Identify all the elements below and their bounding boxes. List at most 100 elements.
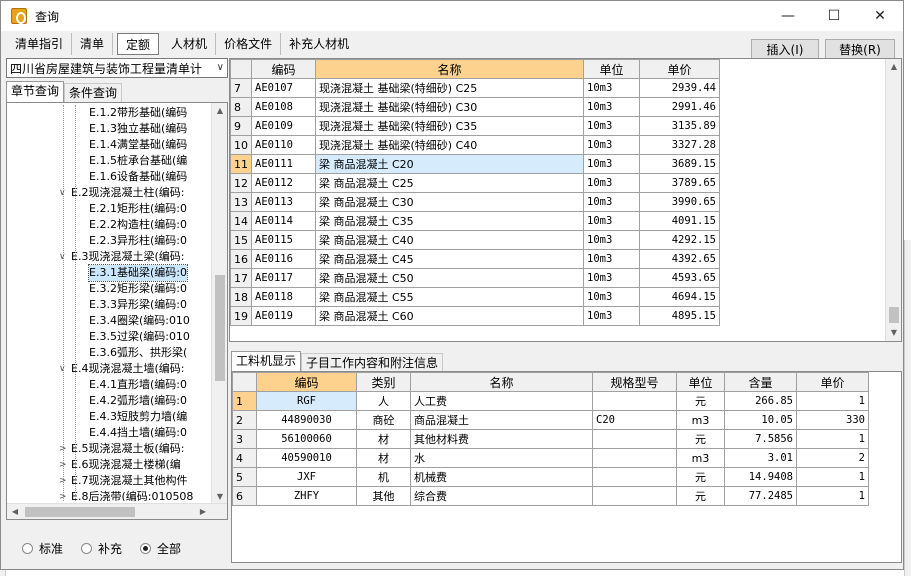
table-row[interactable]: 12 AE0112 梁 商品混凝土 C25 10m3 3789.65	[230, 173, 720, 193]
column-header[interactable]: 名称	[315, 59, 584, 79]
scroll-thumb[interactable]	[25, 507, 135, 517]
tree-node[interactable]: ∨ E.4现浇混凝土墙(编码:	[7, 361, 213, 377]
price-cell: 1	[796, 486, 869, 506]
table-row[interactable]: 5 JXF 机机械费 元 14.9408 1	[232, 467, 869, 487]
tree-node[interactable]: E.2.2构造柱(编码:0	[7, 217, 213, 233]
quota-grid: 编码 名称 单位 单价 7 AE0107 现浇混凝土 基础梁(特细砂) C25 10m3 29…	[229, 58, 902, 342]
tree-node-label: E.3现浇混凝土梁(编码:	[71, 250, 185, 263]
tree-node[interactable]: E.3.1基础梁(编码:0	[7, 264, 213, 282]
tab-supplement-lmm[interactable]: 补充人材机	[281, 33, 357, 55]
table-row[interactable]: 4 40590010 材水 m3 3.01 2	[232, 448, 869, 468]
column-header[interactable]: 单位	[583, 59, 640, 79]
tree-node[interactable]: E.1.2带形基础(编码	[7, 105, 213, 121]
table-row[interactable]: 16 AE0116 梁 商品混凝土 C45 10m3 4392.65	[230, 249, 720, 269]
tree-node-label: E.4.3短肢剪力墙(编	[89, 410, 188, 423]
column-header[interactable]: 编码	[256, 372, 357, 392]
scroll-left-icon[interactable]: ◀	[7, 504, 23, 519]
tab-condition-query[interactable]: 条件查询	[64, 83, 123, 102]
radio-icon[interactable]	[140, 542, 152, 554]
chapter-tree[interactable]: E.1.2带形基础(编码 E.1.3独立基础(编码 E.1.4满堂基础(编码 E.1.…	[6, 102, 228, 520]
tree-node[interactable]: > E.6现浇混凝土楼梯(编	[7, 457, 213, 473]
tree-node[interactable]: E.3.2矩形梁(编码:0	[7, 281, 213, 297]
tree-node[interactable]: ∨ E.2现浇混凝土柱(编码:	[7, 185, 213, 201]
price-cell: 4895.15	[639, 306, 720, 326]
column-header[interactable]: 单位	[676, 372, 725, 392]
standard-select[interactable]: 四川省房屋建筑与装饰工程量清单计 ∨	[6, 58, 228, 78]
tree-node[interactable]: > E.5现浇混凝土板(编码:	[7, 441, 213, 457]
scroll-up-icon[interactable]: ▲	[886, 59, 901, 75]
maximize-button[interactable]: ☐	[811, 1, 857, 31]
price-cell: 4292.15	[639, 230, 720, 250]
tree-node[interactable]: E.3.5过梁(编码:010	[7, 329, 213, 345]
tree-node[interactable]: E.1.3独立基础(编码	[7, 121, 213, 137]
table-row[interactable]: 9 AE0109 现浇混凝土 基础梁(特细砂) C35 10m3 3135.89	[230, 116, 720, 136]
tab-lmm-display[interactable]: 工料机显示	[231, 351, 302, 372]
scroll-thumb[interactable]	[215, 275, 225, 381]
tree-node[interactable]: E.3.6弧形、拱形梁(	[7, 345, 213, 361]
tree-node[interactable]: > E.8后浇带(编码:010508	[7, 489, 213, 501]
tree-node[interactable]: ∨ E.3现浇混凝土梁(编码:	[7, 249, 213, 265]
chevron-down-icon: ∨	[216, 62, 224, 73]
tab-quota[interactable]: 定额	[117, 33, 160, 55]
tree-node[interactable]: > E.7现浇混凝土其他构件	[7, 473, 213, 489]
tree-node[interactable]: E.1.5桩承台基础(编	[7, 153, 213, 169]
column-header[interactable]	[232, 372, 257, 392]
tree-vertical-scrollbar[interactable]: ▲ ▼	[211, 103, 227, 505]
tab-chapter-query[interactable]: 章节查询	[6, 81, 65, 102]
tree-node[interactable]: E.1.4满堂基础(编码	[7, 137, 213, 153]
column-header[interactable]: 类别	[356, 372, 411, 392]
tree-node[interactable]: E.4.4挡土墙(编码:0	[7, 425, 213, 441]
row-number: 12	[230, 173, 252, 193]
scroll-thumb[interactable]	[889, 307, 899, 323]
table-row[interactable]: 15 AE0115 梁 商品混凝土 C40 10m3 4292.15	[230, 230, 720, 250]
scope-radio-1[interactable]: 补充	[81, 540, 122, 557]
tree-node[interactable]: E.1.6设备基础(编码	[7, 169, 213, 185]
tree-node[interactable]: E.4.1直形墙(编码:0	[7, 377, 213, 393]
column-header[interactable]: 规格型号	[592, 372, 677, 392]
table-row[interactable]: 2 44890030 商砼 商品混凝土 C20 m3 10.05 330	[232, 410, 869, 430]
table-row[interactable]: 18 AE0118 梁 商品混凝土 C55 10m3 4694.15	[230, 287, 720, 307]
radio-icon[interactable]	[81, 542, 93, 554]
price-cell: 1	[796, 391, 869, 411]
scope-radio-2[interactable]: 全部	[140, 540, 181, 557]
tab-bill-guide[interactable]: 清单指引	[7, 33, 73, 55]
tab-bill[interactable]: 清单	[72, 33, 114, 55]
tree-node[interactable]: E.2.1矩形柱(编码:0	[7, 201, 213, 217]
tree-node[interactable]: E.3.4圈梁(编码:010	[7, 313, 213, 329]
name-cell: 商品混凝土	[410, 410, 593, 430]
table-row[interactable]: 3 56100060 材其他材料费 元 7.5856 1	[232, 429, 869, 449]
column-header[interactable]	[230, 59, 252, 79]
table-row[interactable]: 8 AE0108 现浇混凝土 基础梁(特细砂) C30 10m3 2991.46	[230, 97, 720, 117]
table-row[interactable]: 13 AE0113 梁 商品混凝土 C30 10m3 3990.65	[230, 192, 720, 212]
tab-labor-material-machine[interactable]: 人材机	[163, 33, 217, 55]
tree-horizontal-scrollbar[interactable]: ◀ ▶	[7, 503, 227, 519]
tab-work-content-notes[interactable]: 子目工作内容和附注信息	[301, 353, 444, 372]
scroll-right-icon[interactable]: ▶	[195, 504, 211, 519]
column-header[interactable]: 单价	[796, 372, 869, 392]
table-row[interactable]: 10 AE0110 现浇混凝土 基础梁(特细砂) C40 10m3 3327.28	[230, 135, 720, 155]
table-row[interactable]: 17 AE0117 梁 商品混凝土 C50 10m3 4593.65	[230, 268, 720, 288]
tree-node[interactable]: E.2.3异形柱(编码:0	[7, 233, 213, 249]
column-header[interactable]: 单价	[639, 59, 720, 79]
table-row[interactable]: 14 AE0114 梁 商品混凝土 C35 10m3 4091.15	[230, 211, 720, 231]
tree-node[interactable]: E.4.3短肢剪力墙(编	[7, 409, 213, 425]
scroll-down-icon[interactable]: ▼	[886, 325, 901, 341]
scope-radio-0[interactable]: 标准	[22, 540, 63, 557]
table-row[interactable]: 7 AE0107 现浇混凝土 基础梁(特细砂) C25 10m3 2939.44	[230, 78, 720, 98]
table-row[interactable]: 1 RGF 人人工费元 266.85 1	[232, 391, 869, 411]
quota-grid-vertical-scrollbar[interactable]: ▲ ▼	[885, 59, 901, 341]
scroll-up-icon[interactable]: ▲	[212, 103, 227, 119]
column-header[interactable]: 含量	[724, 372, 797, 392]
tree-node-label: E.5现浇混凝土板(编码:	[71, 442, 185, 455]
radio-icon[interactable]	[22, 542, 33, 554]
tree-node[interactable]: E.3.3异形梁(编码:0	[7, 297, 213, 313]
column-header[interactable]: 编码	[251, 59, 316, 79]
minimize-button[interactable]: —	[765, 1, 811, 31]
tree-node[interactable]: E.4.2弧形墙(编码:0	[7, 393, 213, 409]
table-row[interactable]: 11 AE0111 梁 商品混凝土 C20 10m3 3689.15	[230, 154, 720, 174]
table-row[interactable]: 6 ZHFY 其他 综合费 元 77.2485 1	[232, 486, 869, 506]
tab-price-file[interactable]: 价格文件	[216, 33, 282, 55]
table-row[interactable]: 19 AE0119 梁 商品混凝土 C60 10m3 4895.15	[230, 306, 720, 326]
column-header[interactable]: 名称	[410, 372, 593, 392]
close-button[interactable]: ✕	[857, 1, 903, 31]
